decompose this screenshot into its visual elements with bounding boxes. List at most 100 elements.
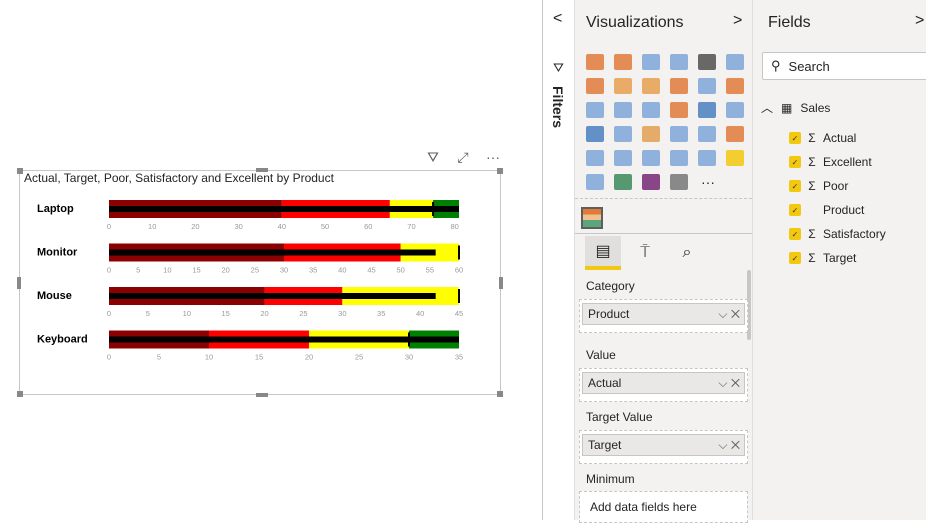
tick-label: 70 [407, 222, 415, 231]
visual-type-icon[interactable] [670, 54, 688, 70]
chevron-down-remove-icon[interactable]: ⌵ ✕ [718, 438, 740, 453]
collapse-icon[interactable]: < [553, 10, 562, 28]
visual-type-icon[interactable] [670, 126, 688, 142]
category-well[interactable]: Product ⌵ ✕ [579, 299, 748, 333]
visual-type-icon[interactable] [698, 126, 716, 142]
sigma-icon: Σ [808, 251, 816, 265]
tick-label: 35 [377, 309, 385, 318]
field-item[interactable]: ✓ Σ Actual [789, 131, 856, 145]
visual-type-icon[interactable] [586, 174, 604, 190]
field-item[interactable]: ✓ Σ Poor [789, 179, 848, 193]
visual-type-icon[interactable] [642, 78, 660, 94]
tick-label: 25 [251, 266, 259, 275]
chevron-up-icon[interactable]: ︿ [761, 99, 773, 116]
checkbox[interactable]: ✓ [789, 156, 801, 168]
table-sales[interactable]: ︿ ▦ Sales [761, 99, 830, 116]
visual-type-icon[interactable] [698, 54, 716, 70]
visual-type-icon[interactable] [586, 150, 604, 166]
target-value-well[interactable]: Target ⌵ ✕ [579, 430, 748, 464]
visual-type-icon[interactable] [614, 102, 632, 118]
field-pill[interactable]: Product ⌵ ✕ [582, 303, 745, 325]
tick-label: 30 [405, 353, 413, 362]
tick-label: 5 [157, 353, 161, 362]
visual-type-icon[interactable] [670, 102, 688, 118]
field-name: Excellent [823, 155, 872, 169]
field-pill[interactable]: Target ⌵ ✕ [582, 434, 745, 456]
visual-type-icon[interactable] [698, 78, 716, 94]
field-item[interactable]: ✓ Product [789, 203, 864, 217]
visual-type-icon[interactable] [586, 102, 604, 118]
visual-type-icon[interactable] [698, 102, 716, 118]
chevron-down-remove-icon[interactable]: ⌵ ✕ [718, 307, 740, 322]
filters-label[interactable]: Filters [550, 86, 566, 128]
category-label: Monitor [37, 247, 78, 259]
field-item[interactable]: ✓ Σ Target [789, 251, 856, 265]
field-item[interactable]: ✓ Σ Satisfactory [789, 227, 886, 241]
visual-type-icon[interactable] [614, 126, 632, 142]
format-paint-roller-icon[interactable]: ⍑ [627, 236, 663, 270]
field-name: Poor [823, 179, 849, 193]
visual-type-icon[interactable] [586, 78, 604, 94]
bullet-chart: Laptop0 10 20 30 40 50 60 70 80Monitor0 5 10 15 20 25… [37, 200, 463, 362]
category-label: Keyboard [37, 334, 88, 346]
checkbox[interactable]: ✓ [789, 252, 801, 264]
visual-type-icon[interactable] [642, 150, 660, 166]
tick-label: 15 [255, 353, 263, 362]
checkbox[interactable]: ✓ [789, 228, 801, 240]
search-placeholder: Search [788, 58, 830, 74]
resize-handle[interactable] [497, 391, 503, 397]
visual-type-icon[interactable] [614, 150, 632, 166]
visual-type-icon[interactable] [670, 150, 688, 166]
more-visuals-icon[interactable]: ··· [695, 170, 723, 194]
visual-type-icon[interactable] [726, 126, 744, 142]
visual-type-icon[interactable] [726, 78, 744, 94]
more-options-icon[interactable]: ··· [484, 148, 502, 166]
resize-handle[interactable] [497, 168, 503, 174]
visual-type-icon[interactable] [698, 150, 716, 166]
resize-handle[interactable] [17, 391, 23, 397]
pill-label: Target [588, 438, 622, 452]
tick-label: 10 [163, 266, 171, 275]
chevron-right-icon[interactable]: > [915, 12, 924, 30]
visual-type-icon[interactable] [726, 150, 744, 166]
minimum-well[interactable]: Add data fields here [579, 491, 748, 523]
tick-label: 60 [364, 222, 372, 231]
checkbox[interactable]: ✓ [789, 180, 801, 192]
search-input[interactable]: ⚲ Search [762, 52, 926, 80]
visual-type-icon[interactable] [586, 54, 604, 70]
chevron-down-remove-icon[interactable]: ⌵ ✕ [718, 376, 740, 391]
visual-type-icon[interactable] [726, 102, 744, 118]
visual-type-icon[interactable] [670, 174, 688, 190]
filter-icon[interactable]: ⛛ [424, 148, 442, 166]
chevron-right-icon[interactable]: > [733, 12, 742, 30]
visual-type-icon[interactable] [726, 54, 744, 70]
visual-type-icon[interactable] [670, 78, 688, 94]
tick-label: 35 [309, 266, 317, 275]
visual-type-icon[interactable] [642, 102, 660, 118]
focus-mode-icon[interactable]: ⤢ [454, 148, 472, 166]
tick-label: 20 [221, 266, 229, 275]
visual-type-icon[interactable] [642, 174, 660, 190]
resize-handle[interactable] [256, 393, 268, 397]
visual-type-icon[interactable] [642, 126, 660, 142]
filters-pane[interactable]: < ⛛ Filters [542, 0, 575, 520]
fields-tab-icon[interactable]: ▤ [585, 236, 621, 270]
tick-label: 0 [107, 353, 111, 362]
resize-handle[interactable] [17, 168, 23, 174]
analytics-magnifier-icon[interactable]: ⌕ [669, 236, 705, 270]
visual-type-icon[interactable] [614, 78, 632, 94]
checkbox[interactable]: ✓ [789, 204, 801, 216]
field-item[interactable]: ✓ Σ Excellent [789, 155, 872, 169]
tick-label: 0 [107, 266, 111, 275]
value-well[interactable]: Actual ⌵ ✕ [579, 368, 748, 402]
visual-type-icon[interactable] [642, 54, 660, 70]
tick-label: 40 [416, 309, 424, 318]
resize-handle[interactable] [499, 277, 503, 289]
search-icon: ⚲ [771, 58, 781, 73]
visual-type-icon[interactable] [586, 126, 604, 142]
field-pill[interactable]: Actual ⌵ ✕ [582, 372, 745, 394]
checkbox[interactable]: ✓ [789, 132, 801, 144]
visual-type-icon[interactable] [614, 54, 632, 70]
bullet-chart-custom-visual-icon[interactable] [581, 207, 603, 229]
visual-type-icon[interactable] [614, 174, 632, 190]
